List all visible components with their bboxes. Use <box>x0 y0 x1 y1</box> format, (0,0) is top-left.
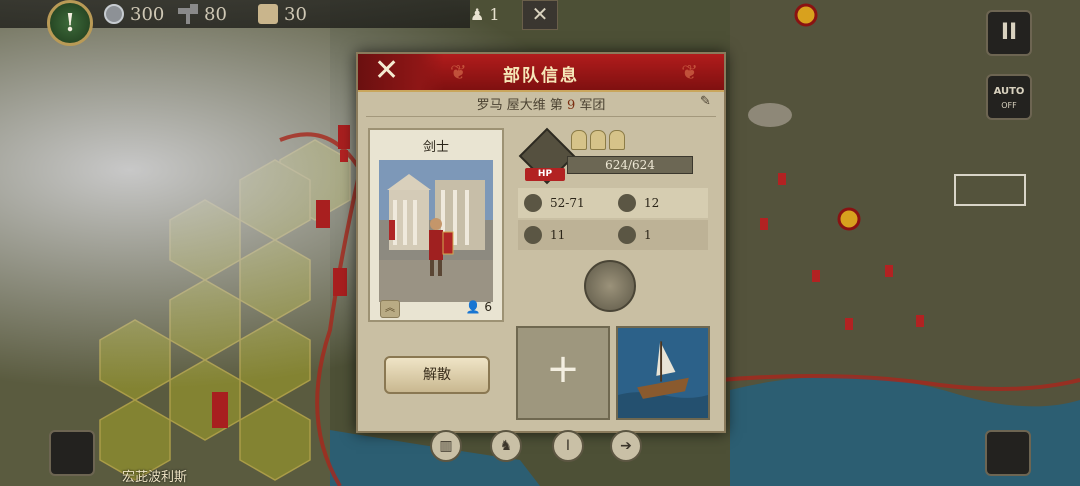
unit-card[interactable]: 剑士 ︽ 👤 6 <box>368 128 504 322</box>
vision-icon <box>618 226 636 244</box>
scroll-icon <box>258 4 278 24</box>
swordsman-portrait <box>379 160 493 302</box>
rank-chevron-icon: ︽ <box>380 300 400 318</box>
plus-icon: + <box>546 346 580 392</box>
army-count: 1 <box>489 4 500 24</box>
stat-attack: 52-71 <box>524 194 585 212</box>
auto-label: AUTO <box>993 86 1025 97</box>
move-button[interactable]: ➔ <box>610 430 642 462</box>
stat-attack-value: 52-71 <box>550 196 585 210</box>
helmet-icon <box>590 130 606 150</box>
helmet-icon <box>571 130 587 150</box>
legion-subtitle: 罗马 屋大维 第 9 军团 <box>358 94 724 113</box>
stat-armor-value: 12 <box>644 196 660 210</box>
subtitle-prefix: 罗马 屋大维 第 <box>476 98 563 113</box>
unit-name: 剑士 <box>422 140 449 155</box>
scroll-amount: 30 <box>284 3 307 25</box>
stat-movement-value: 11 <box>550 228 566 242</box>
subtitle-suffix: 军团 <box>579 98 606 113</box>
stat-vision-value: 1 <box>644 228 652 242</box>
close-button[interactable]: ✕ <box>358 54 444 90</box>
person-icon: 👤 <box>465 300 481 314</box>
scroll-resource: 30 <box>258 3 307 25</box>
hp-block: HP 624/624 <box>518 127 703 185</box>
card-footer: ︽ 👤 6 <box>378 300 494 318</box>
unit-info-dialog: ❦ ❦ 部队信息 ✕ 罗马 屋大维 第 9 军团 ✎ 剑士 ︽ 👤 6 HP 6… <box>356 52 726 433</box>
hammer-resource: 80 <box>178 3 227 25</box>
movement-icon <box>524 226 542 244</box>
pencil-icon[interactable]: ✎ <box>700 94 714 109</box>
stat-row: 11 1 <box>518 220 708 250</box>
attack-icon <box>524 194 542 212</box>
pause-button[interactable]: II <box>986 10 1032 56</box>
soldier-icon: ♟ <box>470 4 485 24</box>
auto-state: OFF <box>1001 101 1017 110</box>
disband-button[interactable]: 解散 <box>384 356 490 394</box>
level-button[interactable]: Ⅰ <box>552 430 584 462</box>
stat-movement: 11 <box>524 226 565 244</box>
end-turn-hourglass-button[interactable] <box>985 430 1031 476</box>
helmet-button[interactable]: ♞ <box>490 430 522 462</box>
stat-vision: 1 <box>618 226 652 244</box>
stat-row: 52-71 12 <box>518 188 708 218</box>
add-siege-slot[interactable]: + <box>516 326 610 420</box>
hp-value: 624/624 <box>605 158 655 172</box>
legion-emblem-icon[interactable] <box>584 260 636 312</box>
silver-resource: 300 <box>104 3 164 25</box>
army-counter: ♟ 1 <box>470 0 500 28</box>
city-name-label: 宏茈波利斯 <box>122 470 188 485</box>
hp-bar: 624/624 <box>567 156 693 174</box>
rank-helmets <box>571 130 625 150</box>
legion-number: 9 <box>566 98 576 113</box>
fortify-button[interactable]: ▥ <box>430 430 462 462</box>
swords-button[interactable]: ✕ <box>522 0 558 30</box>
unit-count-value: 6 <box>484 300 492 314</box>
dialog-header: ❦ ❦ 部队信息 ✕ <box>358 54 724 92</box>
silver-coin-icon <box>104 4 124 24</box>
helmet-icon <box>609 130 625 150</box>
unit-count: 👤 6 <box>466 300 492 314</box>
ship-slot[interactable] <box>616 326 710 420</box>
silver-amount: 300 <box>130 3 165 25</box>
hammer-amount: 80 <box>204 3 227 25</box>
stat-table: 52-71 12 11 1 <box>518 188 708 250</box>
auto-battle-button[interactable]: AUTO OFF <box>986 74 1032 120</box>
map-scroll-button[interactable] <box>49 430 95 476</box>
hp-label: HP <box>525 168 565 181</box>
armor-icon <box>618 194 636 212</box>
stat-armor: 12 <box>618 194 659 212</box>
divider <box>366 116 716 117</box>
alert-button[interactable]: ! <box>47 0 93 46</box>
hammer-icon <box>178 4 198 24</box>
